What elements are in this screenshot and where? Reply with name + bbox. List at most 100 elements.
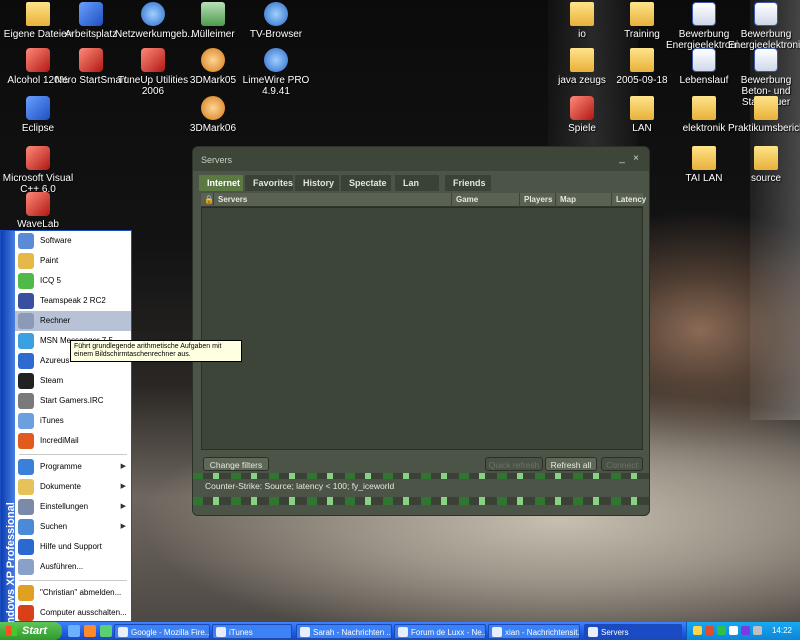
start-button[interactable]: Start bbox=[0, 622, 62, 640]
red-icon bbox=[570, 96, 594, 120]
quicklaunch-media-icon[interactable] bbox=[100, 625, 112, 637]
submenu-arrow-icon: ▶ bbox=[120, 483, 126, 490]
column-game[interactable]: Game bbox=[451, 193, 519, 207]
tab-history[interactable]: History bbox=[295, 175, 339, 191]
start-menu-item[interactable]: Hilfe und Support bbox=[15, 537, 131, 557]
program-icon bbox=[18, 233, 34, 249]
taskbar-button[interactable]: iTunes bbox=[212, 624, 292, 639]
desktop-icon[interactable]: Bewerbung Energieelektroniker bbox=[728, 2, 800, 51]
start-menu-item[interactable]: iTunes bbox=[15, 411, 131, 431]
system-tray: 14:22 bbox=[686, 622, 800, 640]
start-menu-band: Windows XP Professional bbox=[1, 231, 17, 637]
taskbar-button-label: Forum de Luxx - Ne... bbox=[411, 628, 486, 637]
red-icon bbox=[26, 146, 50, 170]
start-menu-item-label: Hilfe und Support bbox=[40, 542, 102, 551]
system-icon bbox=[18, 459, 34, 475]
window-icon bbox=[492, 627, 502, 637]
close-icon[interactable]: × bbox=[631, 154, 641, 164]
tray-icon[interactable] bbox=[717, 626, 726, 635]
servers-window-title: Servers bbox=[201, 155, 233, 165]
quicklaunch-firefox-icon[interactable] bbox=[84, 625, 96, 637]
tab-internet[interactable]: Internet bbox=[199, 175, 243, 191]
servers-titlebar[interactable]: Servers _ × bbox=[193, 147, 649, 171]
start-menu-item[interactable]: Ausführen... bbox=[15, 557, 131, 577]
net-icon bbox=[264, 2, 288, 26]
start-menu-item-label: Programme bbox=[40, 462, 82, 471]
doc-icon bbox=[754, 2, 778, 26]
power-icon bbox=[18, 605, 34, 621]
change-filters-button[interactable]: Change filters bbox=[203, 457, 269, 471]
minimize-icon[interactable]: _ bbox=[617, 154, 627, 164]
servers-window[interactable]: Servers _ × Internet Favorites History S… bbox=[192, 146, 650, 516]
start-menu-item[interactable]: Start Gamers.IRC bbox=[15, 391, 131, 411]
desktop-icon[interactable]: TV-Browser bbox=[238, 2, 314, 40]
start-menu-item-label: ICQ 5 bbox=[40, 276, 61, 285]
desktop-icon[interactable]: source bbox=[728, 146, 800, 184]
taskbar-button-label: Servers bbox=[601, 628, 629, 637]
filter-status: Counter-Strike: Source; latency < 100; f… bbox=[205, 481, 395, 491]
trash-icon bbox=[201, 2, 225, 26]
taskbar-button[interactable]: xian - Nachrichtensit... bbox=[488, 624, 580, 639]
start-menu-item[interactable]: Software bbox=[15, 231, 131, 251]
logoff-button[interactable]: "Christian" abmelden... bbox=[15, 583, 131, 603]
volume-icon[interactable] bbox=[753, 626, 762, 635]
folder-icon bbox=[692, 96, 716, 120]
start-menu-item[interactable]: IncrediMail bbox=[15, 431, 131, 451]
taskbar-button[interactable]: Sarah - Nachrichten ... bbox=[296, 624, 392, 639]
lock-icon[interactable]: 🔒 bbox=[201, 193, 214, 207]
folder-icon bbox=[570, 2, 594, 26]
taskbar-button-label: Sarah - Nachrichten ... bbox=[313, 628, 392, 637]
column-servers[interactable]: Servers bbox=[213, 193, 451, 207]
window-icon bbox=[398, 627, 408, 637]
start-menu-item[interactable]: Dokumente ▶ bbox=[15, 477, 131, 497]
server-list[interactable] bbox=[201, 207, 643, 450]
start-menu-item[interactable]: Teamspeak 2 RC2 bbox=[15, 291, 131, 311]
tray-icon[interactable] bbox=[705, 626, 714, 635]
tab-lan[interactable]: Lan bbox=[395, 175, 439, 191]
taskbar-button[interactable]: Servers bbox=[584, 624, 682, 639]
menu-separator bbox=[19, 580, 127, 581]
quick-refresh-button[interactable]: Quick refresh bbox=[485, 457, 543, 471]
desktop-icon[interactable]: Praktikumsbericht bbox=[728, 96, 800, 134]
shutdown-button[interactable]: Computer ausschalten... bbox=[15, 603, 131, 623]
connect-button[interactable]: Connect bbox=[601, 457, 643, 471]
start-menu-item[interactable]: Einstellungen ▶ bbox=[15, 497, 131, 517]
desktop-icon-label: Praktikumsbericht bbox=[728, 123, 800, 134]
start-menu-item[interactable]: Suchen ▶ bbox=[15, 517, 131, 537]
folder-icon bbox=[630, 2, 654, 26]
taskbar-button[interactable]: Google - Mozilla Fire... bbox=[114, 624, 210, 639]
column-latency[interactable]: Latency bbox=[611, 193, 646, 207]
folder-icon bbox=[754, 146, 778, 170]
start-menu-item-label: Steam bbox=[40, 376, 64, 385]
desktop-icon[interactable]: Eclipse bbox=[0, 96, 76, 134]
tab-spectate[interactable]: Spectate bbox=[341, 175, 391, 191]
desktop-icon[interactable]: Microsoft Visual C++ 6.0 bbox=[0, 146, 76, 195]
column-map[interactable]: Map bbox=[555, 193, 611, 207]
windows-logo-icon bbox=[6, 626, 17, 636]
taskbar-button-label: iTunes bbox=[229, 628, 253, 637]
desktop-icon[interactable]: 3DMark06 bbox=[175, 96, 251, 134]
desktop-icon[interactable]: WaveLab bbox=[0, 192, 76, 230]
quicklaunch-desktop-icon[interactable] bbox=[68, 625, 80, 637]
tab-favorites[interactable]: Favorites bbox=[245, 175, 293, 191]
start-menu-item[interactable]: Programme ▶ bbox=[15, 457, 131, 477]
start-menu-item-label: Paint bbox=[40, 256, 59, 265]
tab-friends[interactable]: Friends bbox=[445, 175, 491, 191]
doc-icon bbox=[692, 48, 716, 72]
taskbar-button[interactable]: Forum de Luxx - Ne... bbox=[394, 624, 486, 639]
red-icon bbox=[79, 48, 103, 72]
start-menu-item[interactable]: Paint bbox=[15, 251, 131, 271]
desktop-icon[interactable]: LimeWire PRO 4.9.41 bbox=[238, 48, 314, 97]
start-menu-item[interactable]: Rechner bbox=[15, 311, 131, 331]
refresh-all-button[interactable]: Refresh all bbox=[545, 457, 597, 471]
tray-icon[interactable] bbox=[741, 626, 750, 635]
tray-icon[interactable] bbox=[729, 626, 738, 635]
app-icon bbox=[26, 96, 50, 120]
window-icon bbox=[216, 627, 226, 637]
start-menu-item-label: iTunes bbox=[40, 416, 64, 425]
column-players[interactable]: Players bbox=[519, 193, 555, 207]
tray-icon[interactable] bbox=[693, 626, 702, 635]
start-menu-item[interactable]: ICQ 5 bbox=[15, 271, 131, 291]
folder-icon bbox=[754, 96, 778, 120]
start-menu-item[interactable]: Steam bbox=[15, 371, 131, 391]
